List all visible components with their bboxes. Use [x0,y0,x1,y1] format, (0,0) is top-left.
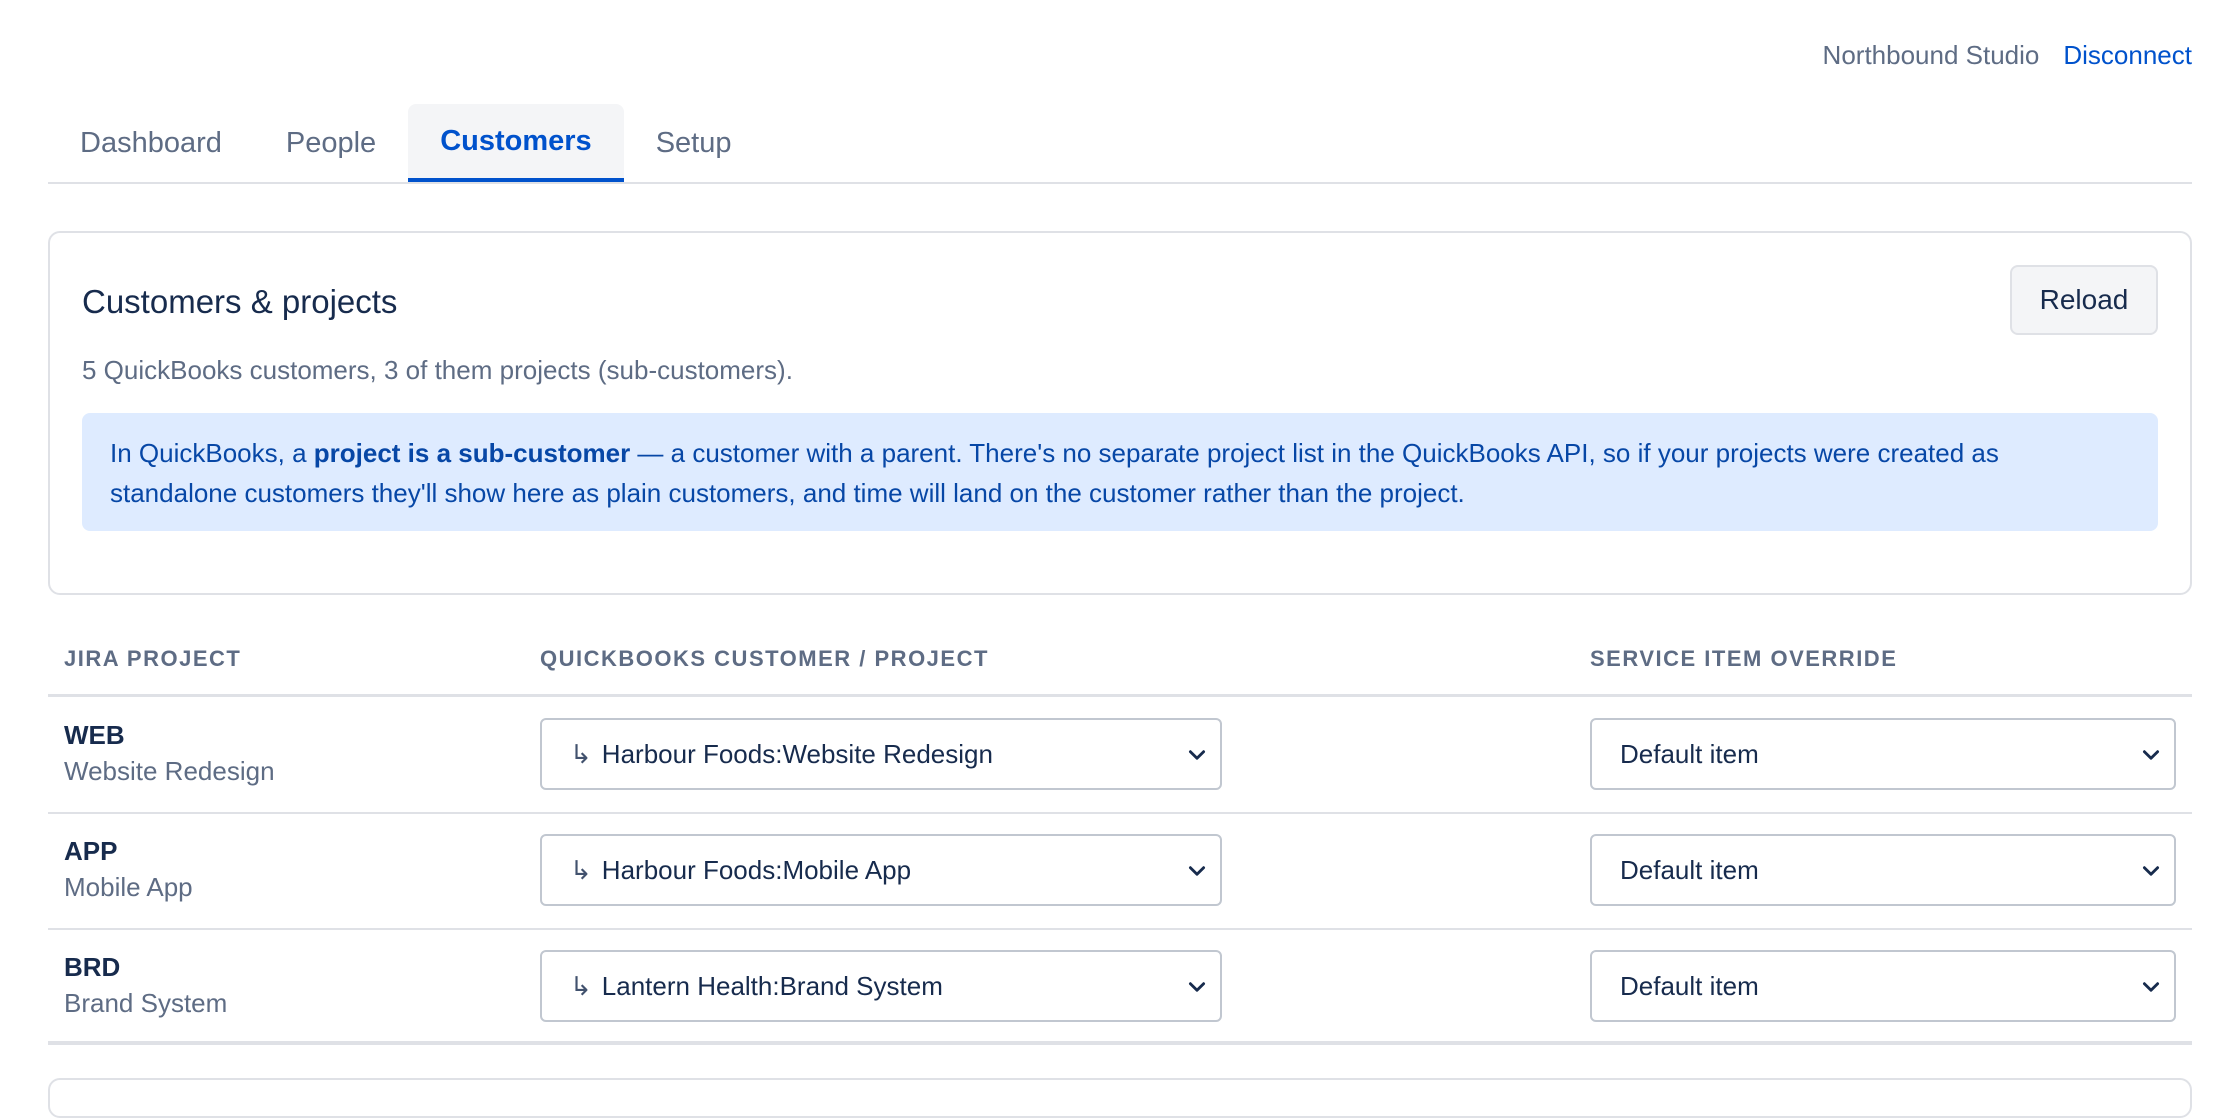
project-name: Brand System [64,988,228,1018]
project-key: WEB [64,720,125,750]
header-service-item: SERVICE ITEM OVERRIDE [1590,646,1898,671]
disconnect-link[interactable]: Disconnect [2063,40,2192,71]
chevron-down-icon [1188,866,1206,876]
sub-customer-icon: ↳ [570,970,592,1001]
sub-customer-icon: ↳ [570,738,592,769]
tab-people[interactable]: People [254,104,408,182]
service-item-select-value: Default item [1620,854,1759,885]
customers-summary: 5 QuickBooks customers, 3 of them projec… [82,355,793,385]
chevron-down-icon [2142,866,2160,876]
service-item-select[interactable]: Default item [1590,834,2176,906]
info-text-bold: project is a sub-customer [313,438,631,468]
table-header: JIRA PROJECT QUICKBOOKS CUSTOMER / PROJE… [48,636,2192,697]
customer-select-value: Harbour Foods:Website Redesign [601,738,993,769]
table-row: APP Mobile App ↳ Harbour Foods:Mobile Ap… [48,812,2192,930]
customer-select-value: Harbour Foods:Mobile App [601,854,912,885]
info-banner: In QuickBooks, a project is a sub-custom… [82,413,2158,531]
top-bar: Northbound Studio Disconnect [1823,40,2192,71]
chevron-down-icon [2142,982,2160,992]
service-item-select-value: Default item [1620,970,1759,1001]
next-card [48,1078,2192,1118]
header-qb-customer: QUICKBOOKS CUSTOMER / PROJECT [540,646,989,671]
tab-setup[interactable]: Setup [624,104,764,182]
customer-select[interactable]: ↳ Harbour Foods:Website Redesign [540,718,1222,790]
customer-select[interactable]: ↳ Lantern Health:Brand System [540,950,1222,1022]
tab-customers[interactable]: Customers [408,104,624,182]
table-bottom-border [48,1041,2192,1045]
table-row: BRD Brand System ↳ Lantern Health:Brand … [48,928,2192,1044]
project-key: BRD [64,952,121,982]
chevron-down-icon [1188,750,1206,760]
customers-card: Customers & projects Reload 5 QuickBooks… [48,231,2192,595]
service-item-select-value: Default item [1620,738,1759,769]
card-title: Customers & projects [82,283,398,320]
table-row: WEB Website Redesign ↳ Harbour Foods:Web… [48,696,2192,814]
chevron-down-icon [2142,750,2160,760]
tab-bar: Dashboard People Customers Setup [48,104,2192,184]
service-item-select[interactable]: Default item [1590,718,2176,790]
sub-customer-icon: ↳ [570,854,592,885]
service-item-select[interactable]: Default item [1590,950,2176,1022]
info-text-prefix: In QuickBooks, a [110,438,314,468]
reload-button[interactable]: Reload [2010,265,2158,335]
chevron-down-icon [1188,982,1206,992]
org-name: Northbound Studio [1822,40,2040,70]
project-name: Website Redesign [64,756,275,786]
project-name: Mobile App [64,872,193,902]
customer-select[interactable]: ↳ Harbour Foods:Mobile App [540,834,1222,906]
tab-dashboard[interactable]: Dashboard [48,104,254,182]
header-jira-project: JIRA PROJECT [64,646,242,671]
project-key: APP [64,836,118,866]
customer-select-value: Lantern Health:Brand System [601,970,943,1001]
